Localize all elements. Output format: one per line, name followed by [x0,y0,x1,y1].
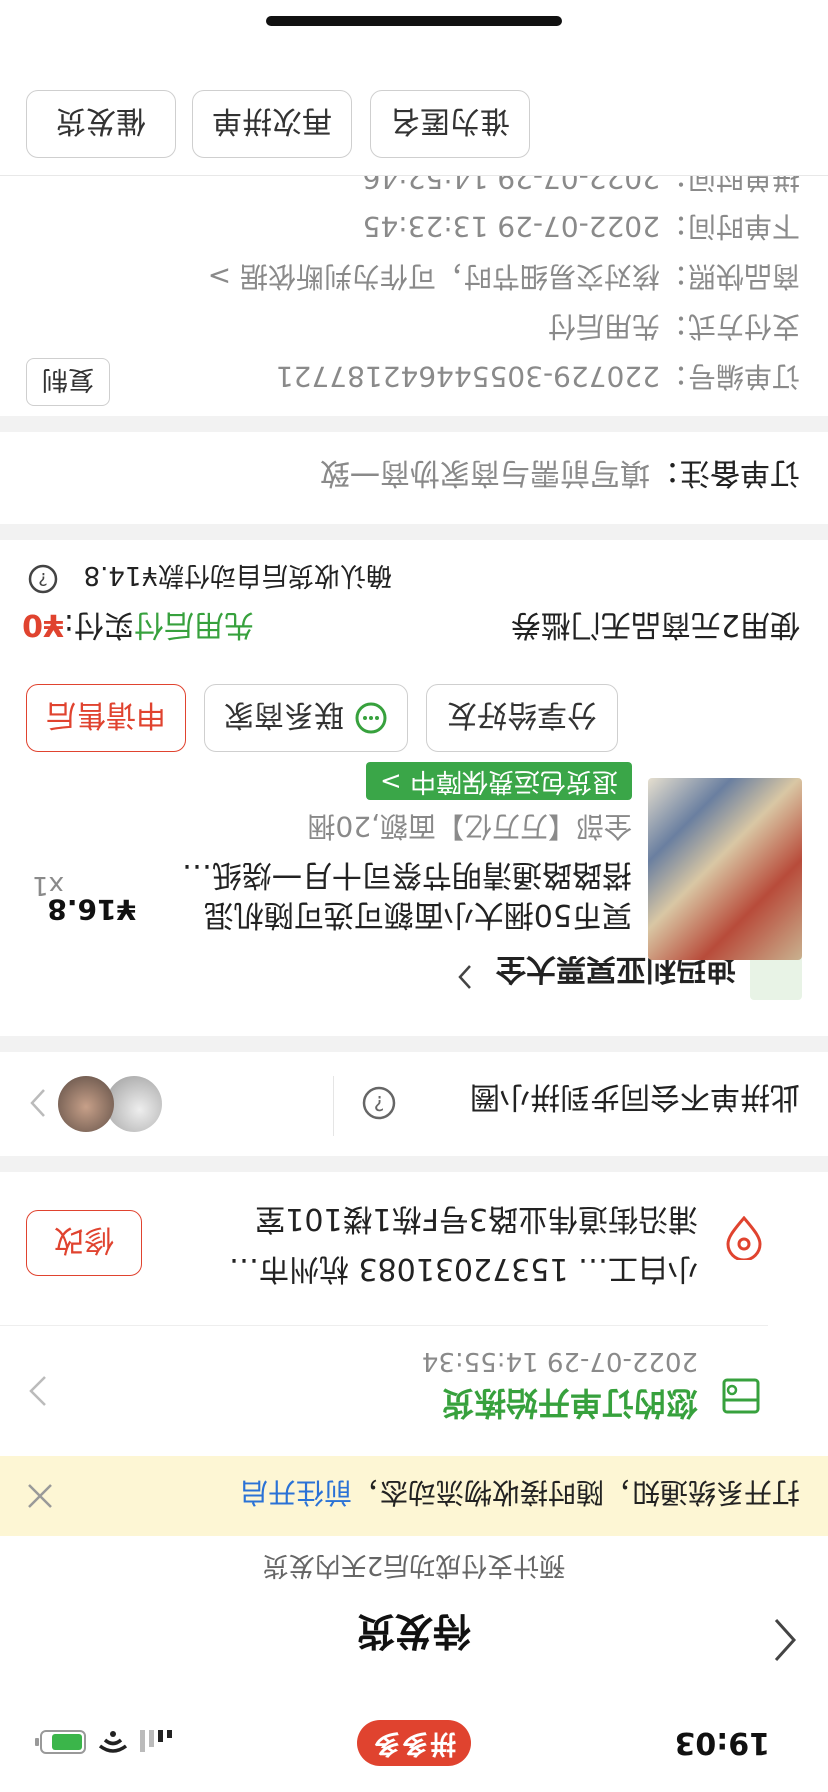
coupon-label[interactable]: 使用2元商品无门槛券 [511,606,800,650]
contact-seller-label: 联系商家 [224,697,344,732]
enable-notification-link[interactable]: 前往开启 [240,1476,352,1509]
payment-method-row: 支付方式：先用后付 [548,308,800,348]
snapshot-label: 商品快照： [659,260,800,293]
auto-pay-note: 确认收货后自动付款¥14.8 [83,560,392,590]
order-time-label: 下单时间： [659,210,800,243]
after-sale-button[interactable]: 申请售后 [26,684,186,752]
divider [0,1325,768,1326]
chevron-right-icon[interactable] [30,1088,46,1118]
wifi-icon [98,1730,128,1754]
notification-text: 打开系统通知，随时接收物流动态，前往开启 [240,1474,800,1514]
remark-label: 订单备注： [650,455,800,490]
notification-message: 打开系统通知，随时接收物流动态， [351,1476,800,1509]
logistics-time: 2022-07-29 14:55:34 [421,1346,698,1376]
remind-ship-button[interactable]: 催发货 [26,90,176,158]
page-title: 待发货 [357,1609,472,1653]
chat-icon [354,701,388,735]
copy-button[interactable]: 复制 [26,358,110,406]
product-quantity: x1 [32,870,64,900]
ship-estimate: 预计支付成功后2天内发货 [262,1550,566,1580]
payment-summary: 先用后付实付:¥0 [22,606,254,650]
payment-method-label: 支付方式： [659,310,800,343]
order-number-row: 订单编号：220729-305544642187721 [276,358,800,398]
location-pin-icon [724,1216,764,1260]
product-spec: 全部【万万亿】面额,20捆 [307,810,632,843]
package-icon [720,1376,760,1416]
order-time-row: 下单时间：2022-07-29 13:23:45 [363,208,800,248]
signal-icon [138,1730,172,1752]
group-time-value: 2022-07-29 14:52:46 [362,176,660,195]
close-icon[interactable] [26,1482,54,1510]
chevron-right-icon[interactable] [28,1374,48,1408]
order-number-label: 订单编号： [659,360,800,393]
vertical-divider [333,1076,334,1136]
share-button[interactable]: 分享给好友 [426,684,618,752]
status-time: 19:03 [674,1725,771,1760]
paid-amount: ¥0 [22,607,64,642]
home-indicator [266,16,562,26]
help-icon[interactable]: ? [362,1086,396,1120]
order-number-value: 220729-305544642187721 [275,360,660,393]
order-detail-screen: 19:03 拼多多 待发货 预计支付成功后2天内发货 打开系统通知，随时接收物流… [0,0,828,1792]
help-icon[interactable]: ? [28,564,58,594]
chevron-right-icon[interactable] [458,964,472,990]
payment-method-value: 先用后付 [547,310,660,343]
group-time-label: 拼单时间： [659,176,800,195]
address-detail: 浦沿街道伟业路3号F栋1楼101室 [255,1201,698,1236]
paid-label: 实付: [63,607,134,642]
product-image[interactable] [648,778,802,960]
pay-later-label: 先用后付 [134,607,254,642]
order-time-value: 2022-07-29 13:23:45 [362,210,660,243]
anonymous-pay-button[interactable]: 谁为匿名 [370,90,530,158]
regroup-button[interactable]: 再次拼单 [192,90,352,158]
battery-icon [34,1730,86,1754]
return-shipping-badge[interactable]: 退货包运费保障中 > [365,762,632,800]
remark: 订单备注：填写前需与商家协商一致 [320,454,800,498]
snapshot-row[interactable]: 商品快照：核对交易细节时，可作为判断依据 > [208,258,800,298]
product-title[interactable]: 冥币50捆大小面额可选可随机混搭路路通清明节祭司十月一烧纸… [180,854,632,934]
contact-seller-button[interactable]: 联系商家 [204,684,408,752]
edit-address-button[interactable]: 修改 [26,1210,142,1276]
address-contact: 小白工… 15372031083 杭州市… [228,1251,698,1286]
group-time-row: 拼单时间：2022-07-29 14:52:46 [363,176,800,200]
avatar [58,1076,114,1132]
snapshot-value: 核对交易细节时，可作为判断依据 > [207,260,660,293]
group-sync-text: 此拼单不会同步到拼小圈 [470,1079,800,1114]
logistics-status[interactable]: 您的订单开始拣货 [442,1382,698,1428]
svg-text:?: ? [38,568,48,589]
brand-logo: 拼多多 [357,1720,471,1766]
avatar [106,1076,162,1132]
svg-text:?: ? [374,1091,385,1115]
remark-input[interactable]: 填写前需与商家协商一致 [320,455,650,490]
